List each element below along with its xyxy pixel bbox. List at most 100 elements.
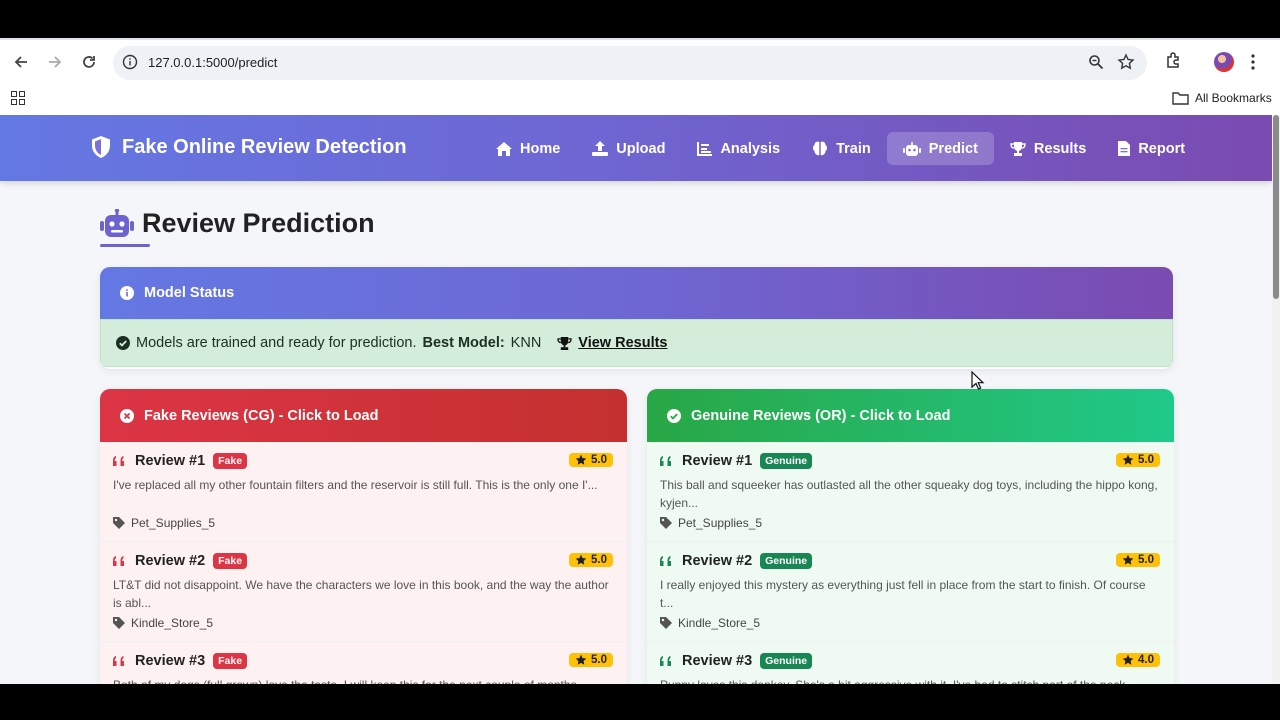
rating-value: 5.0 xyxy=(1138,454,1154,466)
best-model-label: Best Model: xyxy=(422,335,505,351)
star-icon xyxy=(575,654,587,665)
fake-review-item[interactable]: Review #2 Fake 5.0 LT&T did not disappoi… xyxy=(100,542,627,642)
rating-badge: 5.0 xyxy=(569,653,613,667)
file-icon xyxy=(1118,141,1131,156)
url-text[interactable]: 127.0.0.1:5000/predict xyxy=(148,55,277,70)
review-text: I've replaced all my other fountain filt… xyxy=(113,478,598,492)
extensions-icon[interactable] xyxy=(1164,51,1184,71)
view-results-link[interactable]: View Results xyxy=(557,335,668,351)
nav-home-label: Home xyxy=(520,140,561,157)
review-title: Review #3 xyxy=(135,653,206,669)
rating-badge: 5.0 xyxy=(569,553,613,567)
back-button[interactable] xyxy=(9,50,33,74)
forward-button[interactable] xyxy=(43,50,67,74)
site-info-icon[interactable] xyxy=(122,54,138,70)
browser-window: 127.0.0.1:5000/predict All Bookmarks Fak… xyxy=(0,38,1280,684)
quote-icon xyxy=(660,655,671,666)
reload-icon xyxy=(83,56,95,68)
fake-reviews-title: Fake Reviews (CG) - Click to Load xyxy=(144,407,379,424)
rating-value: 4.0 xyxy=(1138,654,1154,666)
tag-icon xyxy=(660,517,672,529)
nav-report[interactable]: Report xyxy=(1102,132,1201,165)
genuine-badge: Genuine xyxy=(760,453,813,469)
profile-avatar[interactable] xyxy=(1214,52,1234,72)
all-bookmarks-button[interactable]: All Bookmarks xyxy=(1172,91,1272,105)
model-status-card: Model Status Models are trained and read… xyxy=(100,267,1173,369)
genuine-reviews-card: Genuine Reviews (OR) - Click to Load Rev… xyxy=(647,389,1174,684)
review-category-label: Pet_Supplies_5 xyxy=(131,516,216,530)
genuine-reviews-header[interactable]: Genuine Reviews (OR) - Click to Load xyxy=(647,389,1174,442)
rating-badge: 5.0 xyxy=(1116,453,1160,467)
genuine-badge: Genuine xyxy=(760,653,813,669)
back-arrow-icon xyxy=(14,56,27,68)
nav-upload[interactable]: Upload xyxy=(576,132,681,165)
browser-menu-icon[interactable] xyxy=(1250,53,1256,71)
check-circle-icon xyxy=(667,408,681,423)
fake-badge: Fake xyxy=(213,453,248,469)
upload-icon xyxy=(592,141,609,156)
page-title-text: Review Prediction xyxy=(142,208,375,238)
reload-button[interactable] xyxy=(77,50,101,74)
review-title: Review #2 xyxy=(135,553,206,569)
rating-value: 5.0 xyxy=(591,654,607,666)
rating-value: 5.0 xyxy=(591,454,607,466)
apps-grid-icon[interactable] xyxy=(11,91,25,105)
review-category-label: Kindle_Store_5 xyxy=(678,616,761,630)
fake-review-item[interactable]: Review #1 Fake 5.0 I've replaced all my … xyxy=(100,442,627,542)
nav-analysis[interactable]: Analysis xyxy=(681,132,796,165)
tag-icon xyxy=(660,617,672,629)
address-bar[interactable]: 127.0.0.1:5000/predict xyxy=(113,46,1147,80)
viewport: 127.0.0.1:5000/predict All Bookmarks Fak… xyxy=(0,0,1280,720)
nav-results-label: Results xyxy=(1033,140,1087,157)
page-scrollbar[interactable] xyxy=(1272,115,1280,684)
nav-train[interactable]: Train xyxy=(796,132,887,165)
model-status-header: Model Status xyxy=(100,267,1173,319)
nav-home[interactable]: Home xyxy=(480,132,576,165)
genuine-badge: Genuine xyxy=(760,553,813,569)
model-status-message: Models are trained and ready for predict… xyxy=(136,335,417,351)
rating-value: 5.0 xyxy=(591,554,607,566)
brain-icon xyxy=(813,141,828,156)
review-category: Pet_Supplies_5 xyxy=(660,516,1161,530)
title-underline xyxy=(100,244,150,247)
web-page: Fake Online Review Detection Home Upload… xyxy=(0,115,1272,684)
review-text: LT&T did not disappoint. We have the cha… xyxy=(113,578,609,610)
star-icon xyxy=(1122,454,1134,465)
bookmark-star-icon[interactable] xyxy=(1117,53,1135,71)
home-icon xyxy=(496,141,512,156)
shield-icon xyxy=(92,136,110,158)
genuine-review-item[interactable]: Review #2 Genuine 5.0 I really enjoyed t… xyxy=(647,542,1174,642)
nav-predict-label: Predict xyxy=(928,140,978,157)
robot-icon xyxy=(100,208,134,237)
nav-analysis-label: Analysis xyxy=(720,140,781,157)
fake-review-item[interactable]: Review #3 Fake 5.0 Both of my dogs (full… xyxy=(100,642,627,684)
review-title: Review #2 xyxy=(682,553,753,569)
model-status-alert: Models are trained and ready for predict… xyxy=(100,319,1173,367)
genuine-review-item[interactable]: Review #1 Genuine 5.0 This ball and sque… xyxy=(647,442,1174,542)
nav-predict[interactable]: Predict xyxy=(886,132,994,165)
quote-icon xyxy=(113,455,124,466)
trophy-icon xyxy=(557,336,572,350)
nav-results[interactable]: Results xyxy=(994,132,1102,165)
nav-upload-label: Upload xyxy=(616,140,666,157)
fake-reviews-header[interactable]: Fake Reviews (CG) - Click to Load xyxy=(100,389,627,442)
quote-icon xyxy=(660,455,671,466)
trophy-icon xyxy=(1010,141,1026,156)
rating-badge: 4.0 xyxy=(1116,653,1160,667)
zoom-icon[interactable] xyxy=(1088,54,1104,70)
fake-reviews-card: Fake Reviews (CG) - Click to Load Review… xyxy=(100,389,627,684)
folder-icon xyxy=(1172,92,1189,105)
rating-value: 5.0 xyxy=(1138,554,1154,566)
info-circle-icon xyxy=(120,286,134,300)
genuine-review-item[interactable]: Review #3 Genuine 4.0 Puppy loves this d… xyxy=(647,642,1174,684)
review-title: Review #1 xyxy=(135,453,206,469)
main-menu: Home Upload Analysis Train Predict Resul… xyxy=(480,132,1201,165)
scrollbar-thumb[interactable] xyxy=(1273,115,1279,299)
forward-arrow-icon xyxy=(49,56,62,68)
quote-icon xyxy=(113,555,124,566)
star-icon xyxy=(1122,654,1134,665)
bookmarks-bar: All Bookmarks xyxy=(0,84,1280,114)
brand[interactable]: Fake Online Review Detection xyxy=(90,135,407,159)
check-circle-icon xyxy=(116,336,130,350)
quote-icon xyxy=(113,655,124,666)
